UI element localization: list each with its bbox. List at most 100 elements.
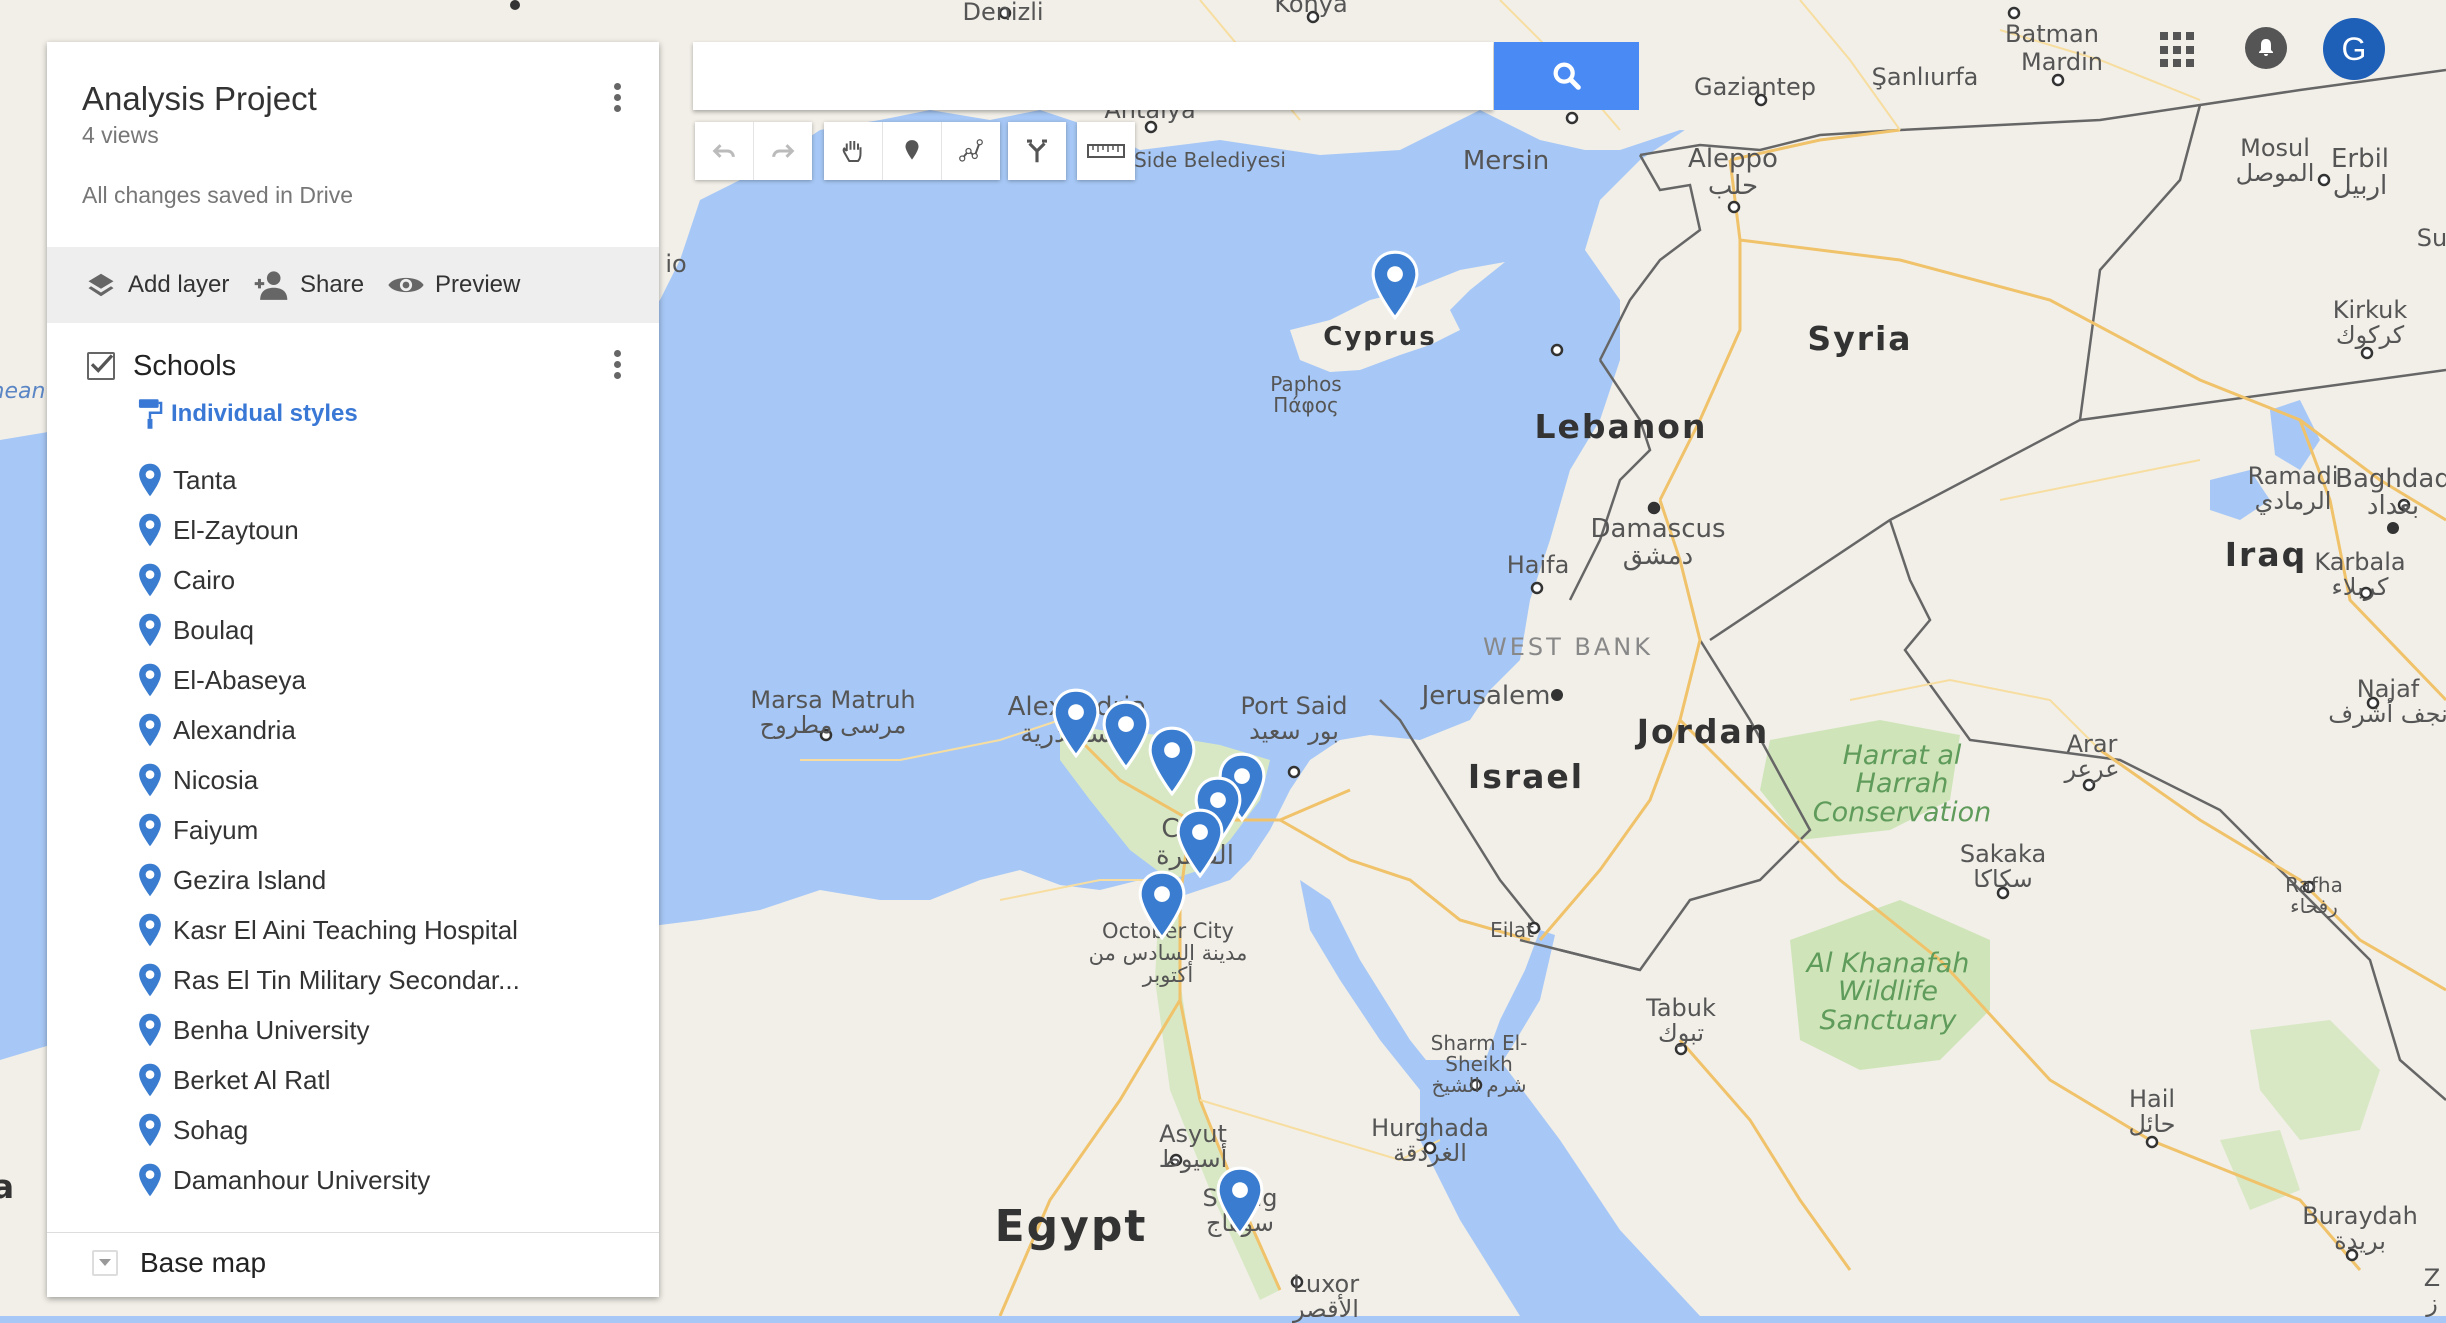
label-sanliurfa: Şanlıurfa <box>1871 63 1979 91</box>
bell-icon <box>2259 39 2273 56</box>
preview-button[interactable]: Preview <box>387 247 520 323</box>
label-hail: Hail حائل <box>2128 1085 2176 1139</box>
layer-item[interactable]: Boulaq <box>137 610 254 650</box>
project-menu-button[interactable] <box>607 80 627 120</box>
marker-icon <box>139 763 161 797</box>
label-buraydah: Buraydah بريدة <box>2302 1202 2418 1256</box>
layer-item-label: El-Abaseya <box>173 664 306 695</box>
layer-menu-button[interactable] <box>607 347 627 387</box>
layer-item-label: Cairo <box>173 564 236 595</box>
search-input[interactable] <box>693 42 1493 108</box>
label-port-said: Port Said بور سعيد <box>1240 692 1348 746</box>
map-pin-icon[interactable] <box>1173 808 1227 879</box>
label-rafha: Rafha رفحاء <box>2285 873 2343 918</box>
marker-icon <box>139 513 161 547</box>
layers-icon <box>88 273 114 297</box>
layer-item-label: Nicosia <box>173 764 259 795</box>
marker-icon <box>139 1163 161 1197</box>
layer-name[interactable]: Schools <box>133 350 236 383</box>
label-sharm: Sharm El-Sheikh شرم الشيخ <box>1430 1031 1528 1097</box>
label-egypt: Egypt <box>994 1201 1148 1252</box>
search-icon <box>1553 62 1581 90</box>
search-box[interactable] <box>693 42 1493 110</box>
pan-tool-button[interactable] <box>824 122 883 180</box>
layer-item[interactable]: Tanta <box>137 460 237 500</box>
label-sakaka: Sakaka سكاكا <box>1959 840 2047 894</box>
label-side: Side Belediyesi <box>1134 148 1286 172</box>
layer-item[interactable]: Alexandria <box>137 710 296 750</box>
map-pin-icon[interactable] <box>1368 250 1422 321</box>
marker-icon <box>139 663 161 697</box>
preview-label: Preview <box>435 271 521 298</box>
layer-item-label: Faiyum <box>173 814 259 845</box>
label-najaf: Najaf نجف أشرف <box>2328 675 2446 729</box>
share-button[interactable]: Share <box>252 247 364 323</box>
layer-item-label: Sohag <box>173 1114 249 1145</box>
marker-icon <box>139 563 161 597</box>
marker-icon <box>905 140 919 160</box>
marker-icon <box>139 1013 161 1047</box>
label-iraq: Iraq <box>2224 535 2308 574</box>
tools-toolbar <box>824 122 1000 180</box>
label-cyprus: Cyprus <box>1323 322 1437 352</box>
search-button[interactable] <box>1494 42 1639 110</box>
undo-button[interactable] <box>695 122 754 180</box>
label-konya: Konya <box>1274 0 1348 18</box>
label-su: Su <box>2416 224 2446 252</box>
checkmark-icon <box>90 354 114 373</box>
layer-item[interactable]: Sohag <box>137 1110 248 1150</box>
add-directions-button[interactable] <box>1008 122 1066 180</box>
label-paphos: Paphos Πάφος <box>1270 372 1342 417</box>
label-erbil: Erbil اربيل <box>2330 144 2390 202</box>
layer-item[interactable]: Cairo <box>137 560 235 600</box>
individual-styles-link[interactable]: Individual styles <box>137 398 358 430</box>
layer-item[interactable]: Nicosia <box>137 760 258 800</box>
marker-icon <box>139 463 161 497</box>
map-pin-icon[interactable] <box>1213 1166 1267 1237</box>
project-title[interactable]: Analysis Project <box>82 80 317 118</box>
add-layer-label: Add layer <box>128 271 230 298</box>
map-pin-icon[interactable] <box>1135 870 1189 941</box>
expand-caret-icon[interactable] <box>92 1250 118 1276</box>
label-asyut: Asyut أسيوط <box>1158 1120 1228 1174</box>
account-avatar[interactable]: G <box>2323 18 2385 80</box>
add-layer-button[interactable]: Add layer <box>84 247 229 323</box>
label-west-bank: WEST BANK <box>1483 633 1653 661</box>
project-views: 4 views <box>82 122 159 148</box>
label-denizli: Denizli <box>962 0 1044 26</box>
layer-header: Schools <box>87 342 627 392</box>
label-io-fragment: io <box>665 250 687 278</box>
measure-toolbar <box>1077 122 1135 180</box>
label-marsa-matruh: Marsa Matruh مرسى مطروح <box>750 686 916 740</box>
layer-item[interactable]: Gezira Island <box>137 860 326 900</box>
layer-item[interactable]: Damanhour University <box>137 1160 430 1200</box>
draw-line-button[interactable] <box>942 122 1000 180</box>
label-mosul: Mosul الموصل <box>2235 134 2315 188</box>
history-toolbar <box>695 122 812 180</box>
label-hurghada: Hurghada الغردقة <box>1371 1114 1489 1168</box>
layer-item[interactable]: Berket Al Ratl <box>137 1060 331 1100</box>
layer-item[interactable]: Benha University <box>137 1010 370 1050</box>
layer-item-label: Alexandria <box>173 714 296 745</box>
layer-item[interactable]: El-Abaseya <box>137 660 306 700</box>
measure-button[interactable] <box>1077 122 1135 180</box>
layer-item[interactable]: Kasr El Aini Teaching Hospital <box>137 910 518 950</box>
layer-item[interactable]: Ras El Tin Military Secondar... <box>137 960 520 1000</box>
apps-grid-icon[interactable] <box>2160 32 2196 68</box>
add-marker-button[interactable] <box>883 122 942 180</box>
map-pin-icon[interactable] <box>1049 688 1103 759</box>
marker-icon <box>139 913 161 947</box>
base-map-section[interactable]: Base map <box>92 1247 266 1279</box>
redo-button[interactable] <box>754 122 812 180</box>
layer-item[interactable]: Faiyum <box>137 810 258 850</box>
label-baghdad: Baghdad بغداد <box>2335 464 2446 522</box>
layer-visibility-checkbox[interactable] <box>87 352 115 380</box>
layer-item[interactable]: El-Zaytoun <box>137 510 299 550</box>
paint-roller-icon <box>138 399 163 429</box>
base-map-label: Base map <box>140 1247 267 1278</box>
label-jordan: Jordan <box>1636 712 1770 751</box>
label-haifa: Haifa <box>1506 551 1570 579</box>
notifications-button[interactable] <box>2245 27 2287 69</box>
marker-icon <box>139 713 161 747</box>
marker-icon <box>139 613 161 647</box>
